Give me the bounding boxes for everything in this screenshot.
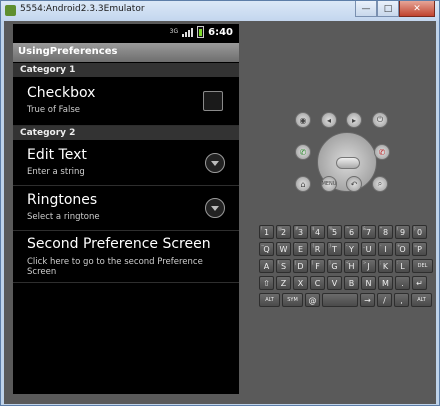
keyboard-key[interactable]: \ S bbox=[276, 259, 291, 273]
keyboard-key[interactable]: & 7 bbox=[361, 225, 376, 239]
keyboard-key[interactable]: ALT bbox=[411, 293, 432, 307]
pref-checkbox[interactable]: Checkbox True of False bbox=[13, 78, 239, 126]
keyboard-key[interactable]: ` E bbox=[293, 242, 308, 256]
end-call-button[interactable]: ✆ bbox=[374, 144, 390, 160]
keyboard-key[interactable]: | D bbox=[293, 259, 308, 273]
keyboard-key[interactable]: ^ 6 bbox=[344, 225, 359, 239]
device-screen: 3G 6:40 UsingPreferences Category 1 Chec… bbox=[13, 24, 239, 394]
keyboard-key[interactable]: SYM bbox=[282, 293, 303, 307]
keyboard-key[interactable]: M bbox=[378, 276, 393, 290]
keyboard-key[interactable]: N bbox=[361, 276, 376, 290]
pref-summary: True of False bbox=[27, 105, 80, 115]
category-2-header: Category 2 bbox=[13, 126, 239, 140]
pref-edit-text[interactable]: Edit Text Enter a string bbox=[13, 141, 239, 186]
checkbox-toggle[interactable] bbox=[203, 91, 223, 111]
keyboard-key[interactable]: + O bbox=[395, 242, 410, 256]
keyboard-key[interactable]: DEL bbox=[412, 259, 433, 273]
home-button[interactable]: ⌂ bbox=[295, 176, 311, 192]
status-clock: 6:40 bbox=[208, 26, 233, 38]
keyboard-key[interactable]: :L bbox=[395, 259, 410, 273]
keyboard-key[interactable]: [F bbox=[310, 259, 325, 273]
dropdown-arrow-icon bbox=[205, 198, 225, 218]
keyboard-key[interactable]: A bbox=[259, 259, 274, 273]
minimize-button[interactable]: — bbox=[355, 1, 377, 17]
volume-up-button[interactable]: ▸ bbox=[346, 112, 362, 128]
keyboard-key[interactable]: } T bbox=[327, 242, 342, 256]
keyboard-key[interactable]: → bbox=[360, 293, 375, 307]
call-button[interactable]: ✆ bbox=[295, 144, 311, 160]
window-titlebar[interactable]: 5554:Android2.3.3Emulator — □ ✕ bbox=[1, 1, 439, 21]
keyboard-key[interactable]: % 5 bbox=[327, 225, 342, 239]
app-title-bar: UsingPreferences bbox=[13, 43, 239, 62]
keyboard-key[interactable]: _ U bbox=[361, 242, 376, 256]
camera-button[interactable]: ◉ bbox=[295, 112, 311, 128]
signal-icon bbox=[182, 27, 194, 37]
android-app-icon bbox=[5, 5, 16, 16]
menu-button[interactable]: MENU bbox=[321, 176, 337, 192]
volume-down-button[interactable]: ◂ bbox=[321, 112, 337, 128]
status-bar: 3G 6:40 bbox=[13, 24, 239, 43]
keyboard-key[interactable]: ] G bbox=[327, 259, 342, 273]
keyboard-key[interactable]: > J bbox=[361, 259, 376, 273]
pref-title: Edit Text bbox=[27, 147, 87, 163]
maximize-button[interactable]: □ bbox=[377, 1, 399, 17]
keyboard-key[interactable]: ~ Q bbox=[259, 242, 274, 256]
keyboard-key[interactable]: ) 0 bbox=[412, 225, 427, 239]
keyboard-key[interactable]: B bbox=[344, 276, 359, 290]
category-1-header: Category 1 bbox=[13, 63, 239, 77]
keyboard-key[interactable]: X bbox=[293, 276, 308, 290]
keyboard-key[interactable]: / bbox=[377, 293, 392, 307]
keyboard-key[interactable]: -Y bbox=[344, 242, 359, 256]
emulator-body: 3G 6:40 UsingPreferences Category 1 Chec… bbox=[4, 21, 436, 404]
pref-second-screen[interactable]: Second Preference Screen Click here to g… bbox=[13, 231, 239, 283]
pref-title: Ringtones bbox=[27, 192, 98, 208]
network-3g-icon: 3G bbox=[169, 28, 179, 35]
keyboard-key[interactable]: ! 1 bbox=[259, 225, 274, 239]
pref-summary: Select a ringtone bbox=[27, 212, 100, 222]
keyboard-key[interactable]: $4 bbox=[310, 225, 325, 239]
keyboard-key[interactable]: -I bbox=[378, 242, 393, 256]
keyboard-key[interactable]: ; K bbox=[378, 259, 393, 273]
keyboard-key[interactable]: ALT bbox=[259, 293, 280, 307]
keyboard-key[interactable]: Z bbox=[276, 276, 291, 290]
pref-summary: Click here to go to the second Preferenc… bbox=[27, 257, 203, 277]
dropdown-arrow-icon bbox=[205, 153, 225, 173]
keyboard-key[interactable]: (9 bbox=[395, 225, 410, 239]
keyboard-key[interactable]: < H bbox=[344, 259, 359, 273]
battery-icon bbox=[197, 26, 205, 38]
pref-title: Checkbox bbox=[27, 85, 96, 101]
pref-summary: Enter a string bbox=[27, 167, 85, 177]
emulator-window: 5554:Android2.3.3Emulator — □ ✕ 3G 6:40 … bbox=[0, 0, 440, 406]
keyboard-key[interactable] bbox=[322, 293, 358, 307]
keyboard-key[interactable]: @ bbox=[305, 293, 320, 307]
search-button[interactable]: ⌕ bbox=[372, 176, 388, 192]
keyboard-key[interactable]: #3 bbox=[293, 225, 308, 239]
keyboard-key[interactable]: {R bbox=[310, 242, 325, 256]
keyboard-key[interactable]: V bbox=[327, 276, 342, 290]
keyboard-key[interactable]: ↵ bbox=[412, 276, 427, 290]
window-title: 5554:Android2.3.3Emulator bbox=[20, 4, 145, 14]
keyboard-key[interactable]: * 8 bbox=[378, 225, 393, 239]
keyboard-key[interactable]: , bbox=[394, 293, 409, 307]
pref-title: Second Preference Screen bbox=[27, 236, 211, 252]
keyboard-key[interactable]: C bbox=[310, 276, 325, 290]
keyboard-key[interactable]: = P bbox=[412, 242, 427, 256]
back-button[interactable]: ↶ bbox=[346, 176, 362, 192]
dpad-center-button[interactable] bbox=[336, 157, 360, 169]
close-button[interactable]: ✕ bbox=[399, 1, 435, 17]
power-button[interactable]: ⏻ bbox=[372, 112, 388, 128]
keyboard-key[interactable]: " W bbox=[276, 242, 291, 256]
keyboard-key[interactable]: . bbox=[395, 276, 410, 290]
pref-ringtones[interactable]: Ringtones Select a ringtone bbox=[13, 186, 239, 231]
keyboard-key[interactable]: ⇧ bbox=[259, 276, 274, 290]
keyboard-key[interactable]: @2 bbox=[276, 225, 291, 239]
